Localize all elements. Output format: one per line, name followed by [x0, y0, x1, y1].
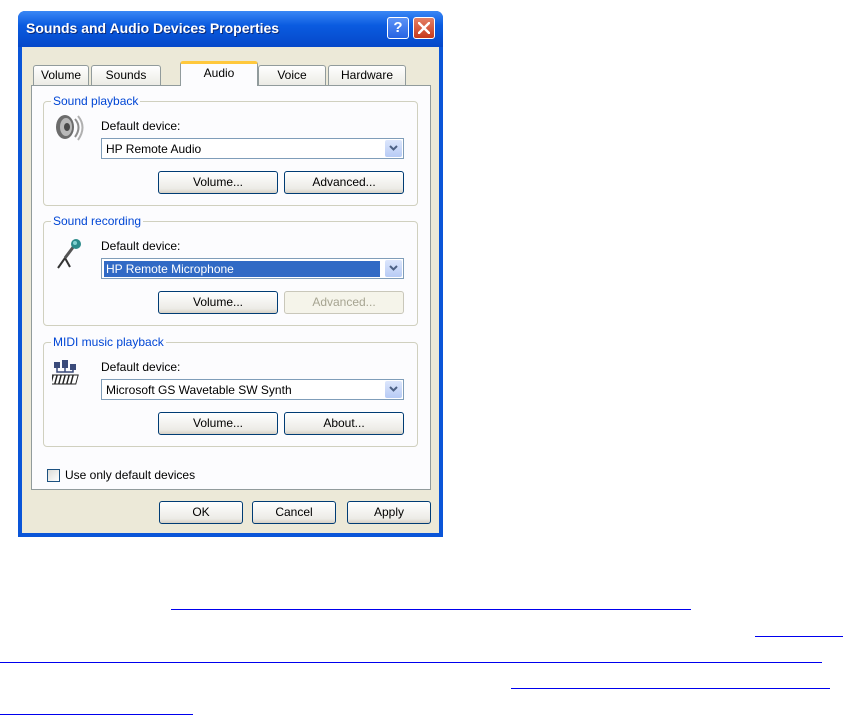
- select-value: HP Remote Microphone: [104, 261, 380, 277]
- dropdown-button[interactable]: [385, 260, 402, 277]
- tab-audio[interactable]: Audio: [180, 61, 258, 86]
- speaker-icon: [56, 115, 84, 141]
- select-value: HP Remote Audio: [106, 142, 202, 156]
- help-button[interactable]: ?: [387, 17, 409, 39]
- tab-volume[interactable]: Volume: [33, 65, 89, 85]
- dropdown-button[interactable]: [385, 140, 402, 157]
- playback-device-select[interactable]: HP Remote Audio: [101, 138, 404, 159]
- recording-advanced-button: Advanced...: [284, 291, 404, 314]
- midi-device-select[interactable]: Microsoft GS Wavetable SW Synth: [101, 379, 404, 400]
- sound-playback-group: Sound playback Default device: HP Remote…: [43, 94, 418, 206]
- chevron-down-icon: [389, 265, 398, 271]
- group-title: MIDI music playback: [51, 335, 166, 349]
- device-label: Default device:: [101, 239, 181, 253]
- cancel-button[interactable]: Cancel: [252, 501, 336, 524]
- midi-volume-button[interactable]: Volume...: [158, 412, 278, 435]
- device-label: Default device:: [101, 360, 181, 374]
- tab-sounds[interactable]: Sounds: [91, 65, 161, 85]
- chevron-down-icon: [389, 145, 398, 151]
- use-default-devices-checkbox[interactable]: [47, 469, 60, 482]
- hyperlink-underline[interactable]: [0, 662, 822, 663]
- tab-hardware[interactable]: Hardware: [328, 65, 406, 85]
- close-icon: [417, 21, 431, 35]
- apply-button[interactable]: Apply: [347, 501, 431, 524]
- properties-dialog: Sounds and Audio Devices Properties ? Vo…: [18, 11, 443, 537]
- dialog-title: Sounds and Audio Devices Properties: [26, 20, 280, 36]
- audio-tab-panel: Sound playback Default device: HP Remote…: [31, 85, 431, 490]
- ok-button[interactable]: OK: [159, 501, 243, 524]
- playback-volume-button[interactable]: Volume...: [158, 171, 278, 194]
- hyperlink-underline[interactable]: [755, 636, 843, 637]
- playback-advanced-button[interactable]: Advanced...: [284, 171, 404, 194]
- microphone-icon: [57, 239, 81, 269]
- title-bar[interactable]: Sounds and Audio Devices Properties ?: [18, 11, 443, 47]
- group-title: Sound playback: [51, 94, 141, 108]
- tab-voice[interactable]: Voice: [258, 65, 326, 85]
- midi-playback-group: MIDI music playback Default device: Micr…: [43, 335, 418, 447]
- midi-keyboard-icon: [52, 360, 79, 385]
- device-label: Default device:: [101, 119, 181, 133]
- hyperlink-underline[interactable]: [511, 688, 830, 689]
- select-value: Microsoft GS Wavetable SW Synth: [106, 383, 292, 397]
- use-default-devices-label[interactable]: Use only default devices: [65, 468, 195, 482]
- hyperlink-underline[interactable]: [0, 714, 193, 715]
- chevron-down-icon: [389, 386, 398, 392]
- recording-device-select[interactable]: HP Remote Microphone: [101, 258, 404, 279]
- dialog-body: Volume Sounds Audio Voice Hardware Sound…: [22, 47, 439, 533]
- dropdown-button[interactable]: [385, 381, 402, 398]
- recording-volume-button[interactable]: Volume...: [158, 291, 278, 314]
- close-button[interactable]: [413, 17, 435, 39]
- midi-about-button[interactable]: About...: [284, 412, 404, 435]
- group-title: Sound recording: [51, 214, 144, 228]
- sound-recording-group: Sound recording Default device: HP Remot…: [43, 214, 418, 326]
- hyperlink-underline[interactable]: [171, 609, 691, 610]
